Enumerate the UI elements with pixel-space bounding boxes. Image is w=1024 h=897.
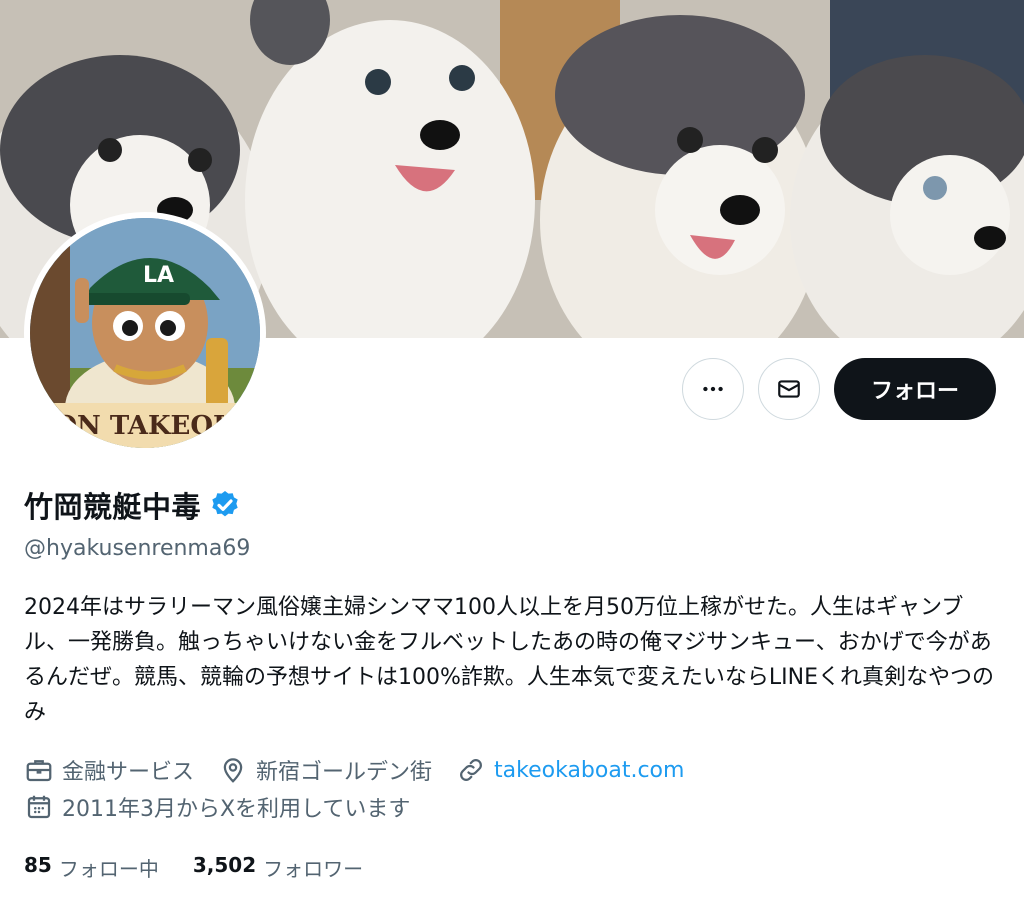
profile-meta: 金融サービス 新宿ゴールデン街 takeokaboat.com — [24, 754, 708, 786]
mail-icon — [778, 380, 800, 398]
meta-joined: 2011年3月からXを利用しています — [24, 791, 410, 823]
profile-bio: 2024年はサラリーマン風俗嬢主婦シンママ100人以上を月50万位上稼がせた。人… — [24, 595, 995, 725]
calendar-icon — [27, 795, 51, 819]
link-icon — [460, 759, 482, 781]
follow-button[interactable]: フォロー — [834, 358, 996, 420]
more-icon — [703, 386, 723, 392]
profile-joined: 2011年3月からXを利用しています — [24, 791, 434, 823]
profile-handle: @hyakusenrenma69 — [24, 536, 251, 561]
following-count: 85 — [24, 853, 52, 877]
name-row: 竹岡競艇中毒 — [24, 484, 241, 526]
followers-count: 3,502 — [192, 853, 257, 877]
briefcase-icon — [26, 760, 52, 782]
joined-text: 2011年3月からXを利用しています — [62, 797, 411, 822]
website-link[interactable]: takeokaboat.com — [494, 758, 684, 783]
verified-badge-icon[interactable] — [209, 489, 241, 521]
followers-stat[interactable]: 3,502 フォロワー — [193, 853, 363, 882]
following-stat[interactable]: 85 フォロー中 — [24, 853, 159, 882]
avatar-image: LA ON TAKEOK — [30, 218, 260, 448]
message-button[interactable] — [758, 358, 820, 420]
profile-avatar[interactable]: LA ON TAKEOK — [24, 212, 266, 454]
display-name: 竹岡競艇中毒 — [24, 490, 202, 524]
location-pin-icon — [223, 758, 243, 783]
svg-text:LA: LA — [143, 263, 174, 288]
location-text: 新宿ゴールデン街 — [256, 760, 433, 785]
profile-stats: 85 フォロー中 3,502 フォロワー — [24, 853, 397, 882]
category-text: 金融サービス — [62, 760, 195, 785]
meta-category: 金融サービス — [24, 754, 194, 786]
profile-actions: フォロー — [682, 358, 996, 420]
meta-location: 新宿ゴールデン街 — [218, 754, 432, 786]
more-button[interactable] — [682, 358, 744, 420]
meta-website: takeokaboat.com — [456, 755, 684, 785]
followers-label: フォロワー — [263, 857, 364, 881]
following-label: フォロー中 — [58, 857, 159, 881]
svg-text:ON TAKEOK: ON TAKEOK — [54, 411, 237, 441]
